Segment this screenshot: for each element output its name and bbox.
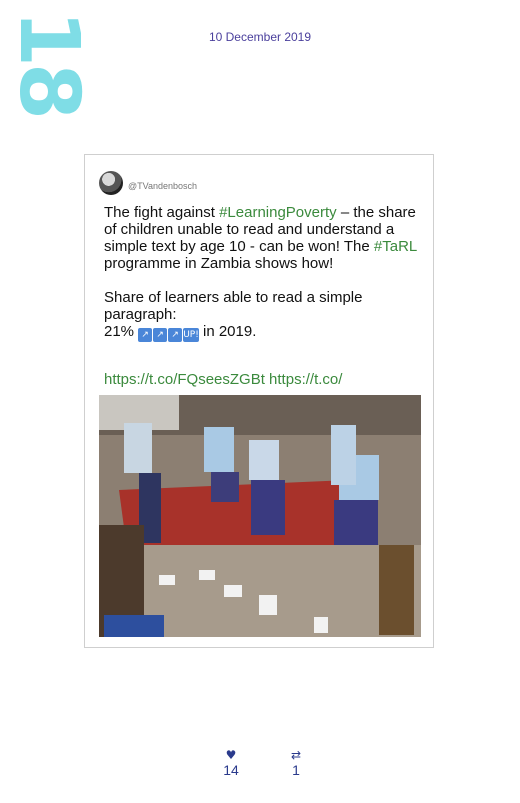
up-arrows-emoji: ↗ ↗ ↗ UP!: [138, 328, 199, 342]
tweet-author[interactable]: @TVandenbosch: [99, 171, 197, 195]
tweet-stats: ♥ 14 ⇄ 1: [0, 748, 520, 788]
page-number: 18: [1, 10, 96, 117]
tweet-text: The fight against #LearningPoverty – the…: [104, 204, 422, 342]
arrow-up-right-icon: ↗: [138, 328, 153, 342]
hashtag-tarl[interactable]: #TaRL: [374, 238, 417, 255]
tweet-paragraph-1: The fight against #LearningPoverty – the…: [104, 204, 417, 272]
like-stat[interactable]: ♥ 14: [211, 748, 251, 778]
retweet-stat[interactable]: ⇄ 1: [276, 748, 316, 778]
heart-icon[interactable]: ♥: [211, 748, 251, 762]
author-handle[interactable]: @TVandenbosch: [128, 181, 197, 191]
classroom-photo: [99, 395, 421, 637]
tweet-photo[interactable]: [99, 395, 421, 637]
tweet-paragraph-2: Share of learners able to read a simple …: [104, 289, 363, 342]
tweet-card[interactable]: @TVandenbosch The fight against #Learnin…: [84, 154, 434, 648]
arrow-up-right-icon: ↗: [153, 328, 168, 342]
up-icon: UP!: [183, 328, 199, 342]
tweet-date: 10 December 2019: [208, 30, 312, 44]
retweet-icon[interactable]: ⇄: [276, 748, 316, 762]
hashtag-learningpoverty[interactable]: #LearningPoverty: [219, 204, 337, 221]
avatar[interactable]: [99, 171, 123, 195]
arrow-up-right-icon: ↗: [168, 328, 183, 342]
like-count: 14: [223, 762, 239, 778]
tweet-links[interactable]: https://t.co/FQseesZGBt https://t.co/: [104, 371, 342, 388]
retweet-count: 1: [292, 762, 300, 778]
